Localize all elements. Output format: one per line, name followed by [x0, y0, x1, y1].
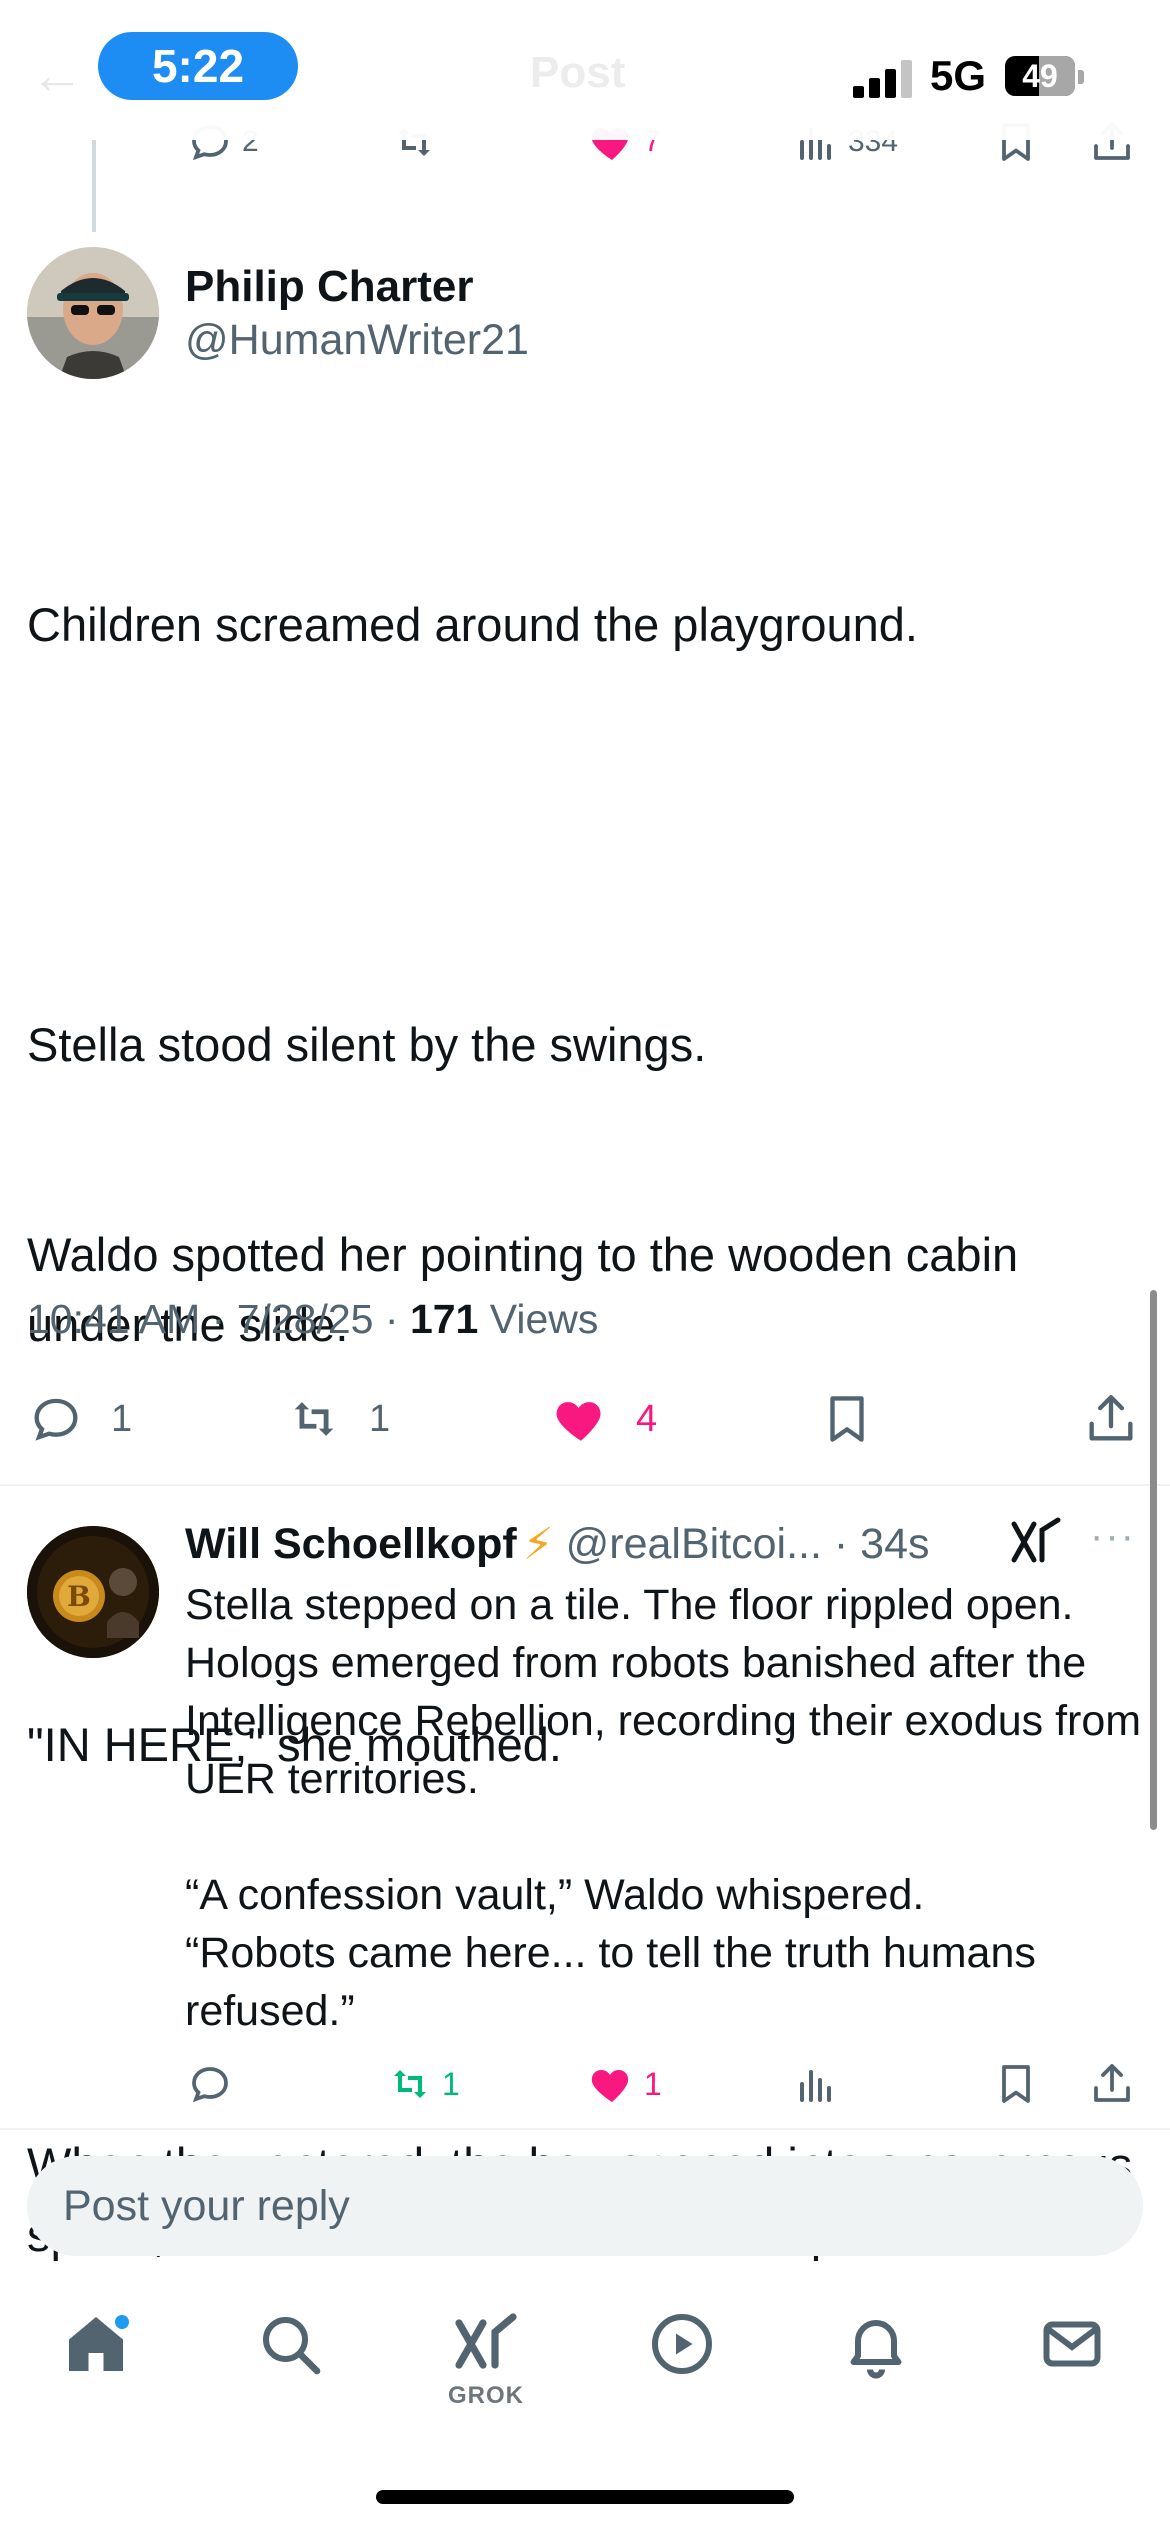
grok-icon: [455, 2313, 517, 2369]
nav-grok[interactable]: GROK: [436, 2308, 536, 2428]
grok-explain-icon[interactable]: [1008, 1514, 1064, 1570]
battery-icon: 49: [1005, 56, 1075, 96]
reply-icon: [34, 1398, 78, 1441]
post-paragraph: Stella stood silent by the swings.: [27, 1018, 707, 1071]
network-type: 5G: [930, 52, 987, 99]
repost-icon: [294, 1402, 334, 1436]
reply-icon: [192, 2067, 228, 2103]
lightning-badge-icon: ⚡: [522, 1519, 554, 1569]
post-date: 7/28/25: [236, 1296, 374, 1342]
reply-author-avatar[interactable]: B: [27, 1526, 159, 1658]
repost-count: 1: [369, 1397, 391, 1440]
nav-search[interactable]: [240, 2308, 340, 2428]
reply-author-name[interactable]: Will Schoellkopf: [185, 1520, 517, 1569]
bookmark-button[interactable]: [818, 1390, 876, 1448]
share-icon: [1089, 1395, 1133, 1441]
reply-count: 1: [111, 1397, 133, 1440]
reply-paragraph: [185, 1808, 1145, 1866]
reply-button[interactable]: 1: [27, 1390, 132, 1448]
nav-notifications[interactable]: [826, 2308, 926, 2428]
notifications-icon: [850, 2320, 902, 2379]
reply-like-button[interactable]: 1: [588, 2060, 662, 2108]
scrollbar[interactable]: [1150, 1290, 1157, 1830]
post-views-count[interactable]: 171: [410, 1296, 478, 1342]
reply-repost-button[interactable]: 1: [386, 2060, 460, 2108]
video-icon: [652, 2314, 712, 2374]
repost-button[interactable]: 1: [285, 1390, 390, 1448]
bookmark-icon: [830, 1396, 864, 1442]
post-paragraph: Children screamed around the playground.: [27, 598, 918, 651]
avatar-photo: [27, 247, 159, 379]
more-options-icon[interactable]: ···: [1090, 1514, 1136, 1559]
home-indicator[interactable]: [376, 2490, 794, 2504]
post-metadata: 10:41 AM · 7/28/25 · 171 Views: [27, 1296, 599, 1342]
post-views-label[interactable]: Views: [490, 1296, 599, 1342]
avatar-image: B: [27, 1526, 159, 1658]
post-divider: [0, 1484, 1170, 1486]
heart-icon: [591, 2070, 629, 2102]
reply-reply-button[interactable]: [186, 2060, 234, 2108]
reply-views-button[interactable]: [792, 2060, 840, 2108]
reply-repost-count: 1: [442, 2065, 460, 2102]
cellular-signal-icon: [853, 56, 915, 98]
search-icon: [263, 2317, 321, 2375]
post-paragraph: [27, 800, 1147, 870]
back-arrow-icon[interactable]: ←: [30, 44, 84, 106]
nav-messages[interactable]: [1022, 2308, 1122, 2428]
status-time: 5:22: [98, 32, 298, 100]
home-notification-dot: [112, 2312, 132, 2332]
reply-like-count: 1: [644, 2065, 662, 2102]
thread-connector-line: [92, 140, 96, 232]
reply-header: Will Schoellkopf ⚡ @realBitcoi... · 34s: [185, 1519, 930, 1569]
reply-text: Stella stepped on a tile. The floor ripp…: [185, 1576, 1145, 2040]
bookmark-icon: [1002, 2065, 1030, 2103]
author-avatar[interactable]: [27, 247, 159, 379]
grok-label: GROK: [448, 2382, 524, 2409]
reply-age: 34s: [860, 1519, 930, 1568]
reply-paragraph: “A confession vault,” Waldo whispered.: [185, 1871, 925, 1919]
share-icon: [1094, 2064, 1130, 2102]
reply-bookmark-button[interactable]: [992, 2060, 1040, 2108]
reply-input[interactable]: [27, 2156, 1143, 2256]
author-name[interactable]: Philip Charter: [185, 262, 474, 312]
reply-actions: 1 1: [0, 2060, 1170, 2120]
reply-paragraph: “Robots came here... to tell the truth h…: [185, 1929, 1036, 2035]
reply-author-handle[interactable]: @realBitcoi...: [566, 1520, 822, 1569]
post-time: 10:41 AM: [27, 1296, 201, 1342]
reply-composer-bar: [0, 2128, 1170, 2268]
author-handle[interactable]: @HumanWriter21: [185, 316, 529, 365]
header-title: Post: [530, 48, 626, 97]
like-button[interactable]: 4: [552, 1390, 657, 1448]
svg-text:B: B: [67, 1580, 91, 1613]
reply-share-button[interactable]: [1088, 2060, 1136, 2108]
battery-tip: [1078, 70, 1084, 84]
like-count: 4: [636, 1397, 658, 1440]
heart-icon: [556, 1402, 601, 1441]
views-chart-icon: [800, 2070, 831, 2102]
reply-paragraph: Stella stepped on a tile. The floor ripp…: [185, 1581, 1142, 1803]
repost-icon: [394, 2070, 426, 2098]
status-bar: ← Post 5:22 5G 49: [0, 0, 1170, 140]
nav-video[interactable]: [632, 2308, 732, 2428]
share-button[interactable]: [1082, 1390, 1140, 1448]
post-actions: 1 1 4: [0, 1390, 1170, 1460]
messages-icon: [1043, 2321, 1101, 2367]
battery-level: 49: [1022, 57, 1058, 94]
